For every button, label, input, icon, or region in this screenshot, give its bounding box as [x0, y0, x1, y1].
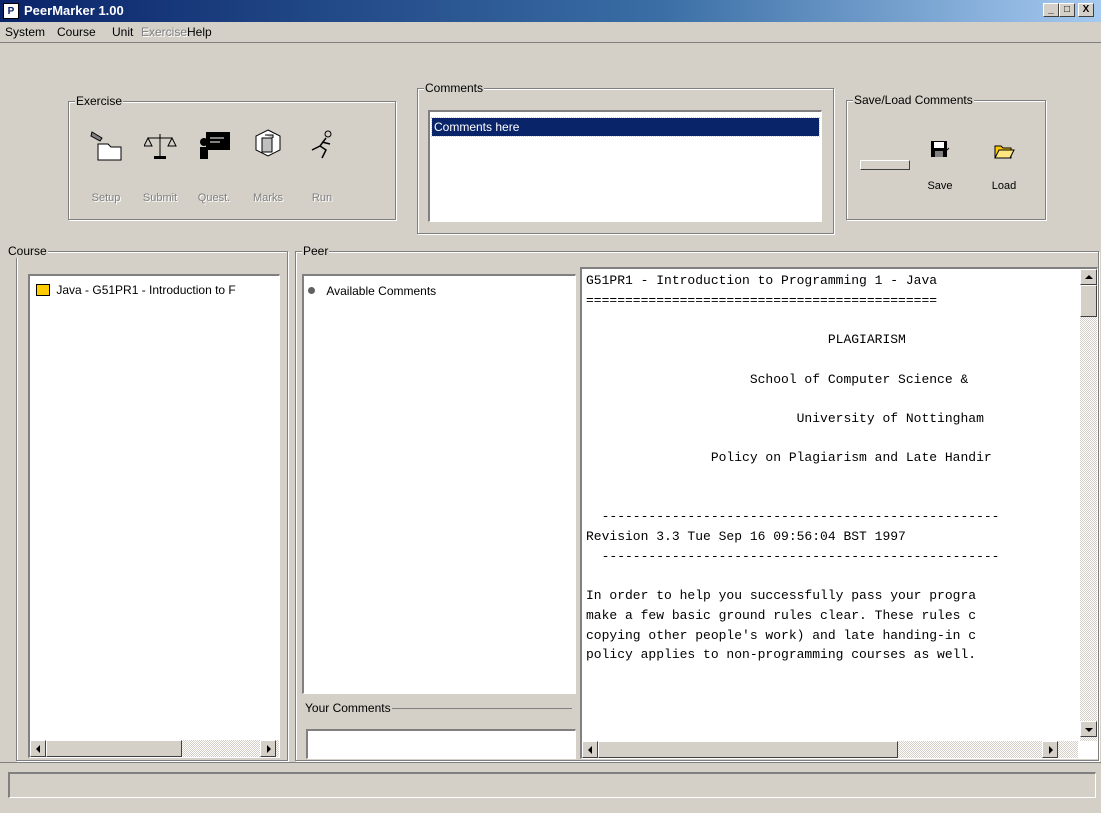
title-bar[interactable]: P PeerMarker 1.00 _ □ X	[0, 0, 1101, 22]
peer-group-title: Peer	[302, 244, 330, 258]
run-label: Run	[311, 192, 333, 204]
load-label: Load	[991, 180, 1017, 192]
cubes-icon	[255, 129, 281, 157]
peer-item-label: Available Comments	[326, 284, 437, 298]
maximize-button[interactable]: □	[1059, 3, 1075, 17]
scales-icon	[144, 134, 177, 159]
your-comments-input[interactable]	[306, 729, 576, 759]
document-text: G51PR1 - Introduction to Programming 1 -…	[586, 271, 1078, 739]
document-line: Revision 3.3 Tue Sep 16 09:56:04 BST 199…	[586, 529, 906, 545]
save-button[interactable]: Save	[920, 136, 960, 202]
course-tree[interactable]: Java - G51PR1 - Introduction to F	[28, 274, 280, 758]
peer-tree-item[interactable]: Available Comments	[308, 284, 436, 298]
document-line: policy applies to non-programming course…	[586, 647, 977, 663]
document-line: copying other people's work) and late ha…	[586, 627, 977, 643]
marks-label: Marks	[253, 192, 283, 204]
hscroll-left-button[interactable]	[582, 741, 598, 758]
status-bar	[8, 772, 1096, 798]
open-folder-icon	[994, 145, 1015, 159]
your-comments-title: Your Comments	[304, 701, 392, 715]
menu-course[interactable]: Course	[57, 25, 96, 39]
course-folder-icon	[36, 284, 50, 296]
document-line: In order to help you successfully pass y…	[586, 588, 977, 604]
document-line: Policy on Plagiarism and Late Handir	[586, 450, 992, 466]
course-group-title: Course	[7, 244, 48, 258]
document-hscrollbar[interactable]	[582, 741, 1078, 758]
document-vscrollbar[interactable]	[1080, 269, 1097, 741]
runner-icon	[311, 130, 332, 159]
minimize-button[interactable]: _	[1043, 3, 1059, 17]
menu-unit[interactable]: Unit	[112, 25, 133, 39]
teacher-board-icon	[200, 132, 230, 159]
document-line: G51PR1 - Introduction to Programming 1 -…	[586, 273, 938, 288]
peer-tree[interactable]: Available Comments	[302, 274, 576, 694]
course-hscrollbar[interactable]	[30, 740, 279, 757]
app-icon: P	[3, 3, 19, 19]
hscroll-right-button[interactable]	[1042, 741, 1058, 758]
menu-help[interactable]: Help	[187, 25, 212, 39]
scroll-down-button[interactable]	[1080, 721, 1097, 737]
submit-label: Submit	[142, 192, 178, 204]
document-line: School of Computer Science &	[586, 371, 969, 387]
close-button[interactable]: X	[1078, 3, 1094, 17]
folder-hand-icon	[90, 131, 122, 161]
save-load-group-title: Save/Load Comments	[853, 93, 974, 107]
scroll-thumb[interactable]	[46, 740, 182, 757]
quest-button[interactable]: Quest.	[188, 124, 240, 204]
window-title: PeerMarker 1.00	[24, 3, 124, 18]
comments-list[interactable]: Comments here	[428, 110, 822, 222]
floppy-save-icon	[931, 141, 950, 157]
document-content: G51PR1 - Introduction to Programming 1 -…	[586, 271, 1078, 665]
document-line: ----------------------------------------…	[586, 509, 1000, 525]
setup-label: Setup	[91, 192, 121, 204]
comments-list-item[interactable]: Comments here	[431, 117, 820, 137]
run-button[interactable]: Run	[296, 124, 348, 204]
quest-label: Quest.	[197, 192, 231, 204]
document-line: ========================================…	[586, 292, 938, 308]
hscroll-thumb[interactable]	[598, 741, 898, 758]
submit-button[interactable]: Submit	[134, 124, 186, 204]
progress-indicator	[860, 160, 910, 170]
scroll-up-button[interactable]	[1080, 269, 1097, 285]
course-item-label: Java - G51PR1 - Introduction to F	[56, 283, 236, 297]
menu-system[interactable]: System	[5, 25, 45, 39]
your-comments-group: Your Comments	[304, 701, 572, 719]
document-line: PLAGIARISM	[586, 332, 906, 348]
course-tree-item[interactable]: Java - G51PR1 - Introduction to F	[36, 283, 236, 297]
save-label: Save	[927, 180, 953, 192]
vscroll-thumb[interactable]	[1080, 285, 1097, 317]
document-line: University of Nottingham	[586, 410, 984, 426]
marks-button[interactable]: Marks	[242, 124, 294, 204]
setup-button[interactable]: Setup	[80, 124, 132, 204]
load-button[interactable]: Load	[984, 136, 1024, 202]
document-line: ----------------------------------------…	[586, 548, 1000, 564]
menu-exercise[interactable]: Exercise	[141, 25, 187, 39]
bullet-icon	[308, 287, 315, 294]
scroll-right-button[interactable]	[260, 740, 276, 757]
scroll-left-button[interactable]	[30, 740, 46, 757]
menu-bar: System Course Unit Exercise Help	[0, 22, 1101, 43]
comments-group-title: Comments	[424, 81, 485, 95]
document-line: make a few basic ground rules clear. The…	[586, 607, 977, 623]
document-view[interactable]: G51PR1 - Introduction to Programming 1 -…	[580, 267, 1098, 759]
